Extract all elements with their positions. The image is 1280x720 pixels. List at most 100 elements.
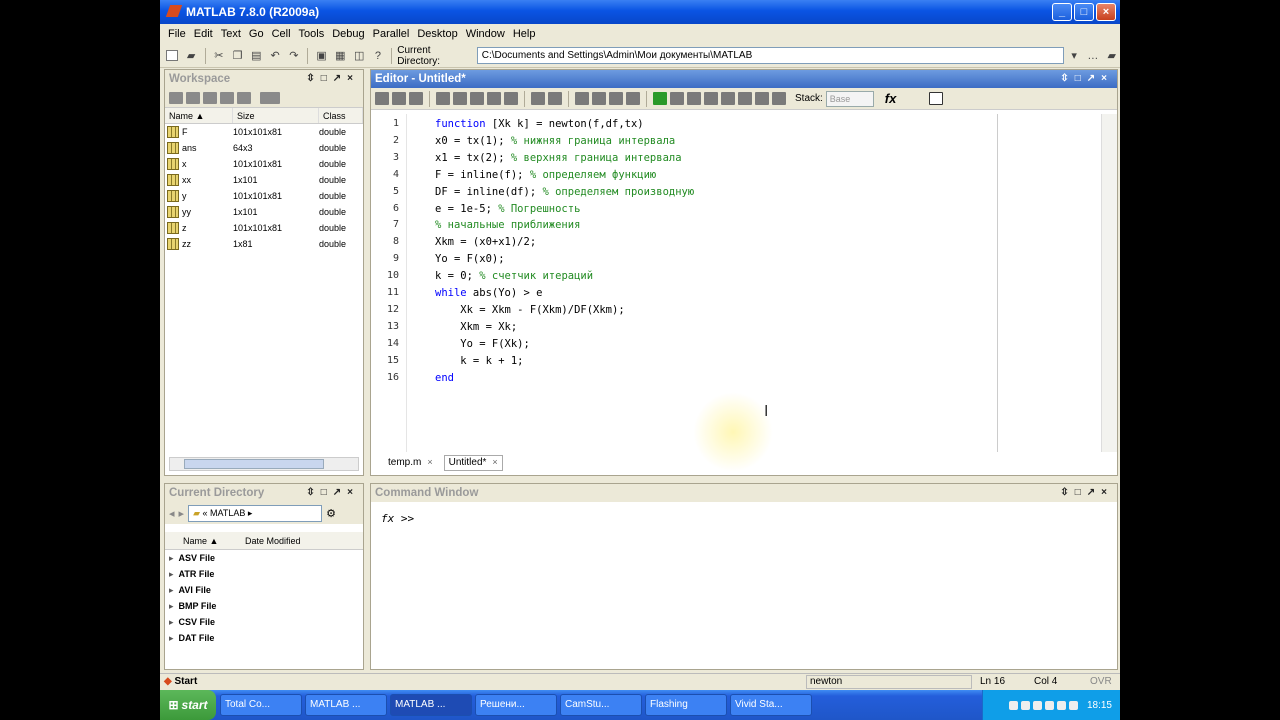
tray-icon[interactable] [1044, 700, 1054, 710]
menu-cell[interactable]: Cell [268, 28, 295, 40]
menu-tools[interactable]: Tools [295, 28, 329, 40]
col-name[interactable]: Name ▲ [165, 532, 225, 549]
expand-icon[interactable]: ▸ [169, 598, 174, 614]
workspace-row[interactable]: F 101x101x81 double [165, 124, 363, 140]
workspace-header[interactable]: Workspace ⇳□↗× [165, 70, 363, 88]
undo-icon[interactable] [487, 92, 501, 105]
menu-window[interactable]: Window [462, 28, 509, 40]
menu-parallel[interactable]: Parallel [369, 28, 414, 40]
directory-item[interactable]: ▸ BMP File [165, 598, 363, 614]
stack-select[interactable]: Base [825, 90, 874, 107]
panel-controls[interactable]: ⇳□↗× [306, 70, 359, 88]
title-bar[interactable]: MATLAB 7.8.0 (R2009a) _ □ × [160, 0, 1120, 24]
expand-icon[interactable]: ▸ [169, 582, 174, 598]
tray-icon[interactable] [1020, 700, 1030, 710]
workspace-row[interactable]: yy 1x101 double [165, 204, 363, 220]
directory-item[interactable]: ▸ ATR File [165, 566, 363, 582]
print-icon[interactable] [531, 92, 545, 105]
col-class[interactable]: Class [319, 108, 363, 123]
tray-icon[interactable] [1032, 700, 1042, 710]
tab-temp[interactable]: temp.m × [383, 455, 438, 471]
taskbar-item[interactable]: Решени... [475, 694, 557, 716]
matlab-start-button[interactable]: ◆ Start [164, 676, 197, 687]
workspace-row[interactable]: zz 1x81 double [165, 236, 363, 252]
guide-icon[interactable]: ▦ [332, 47, 349, 65]
horizontal-scrollbar[interactable] [169, 457, 359, 471]
taskbar-item[interactable]: Vivid Sta... [730, 694, 812, 716]
fx-icon[interactable]: fx [885, 91, 897, 106]
print-icon[interactable] [237, 91, 251, 104]
tab-untitled[interactable]: Untitled* × [443, 455, 503, 471]
open-folder-icon[interactable]: ▰ [183, 47, 200, 65]
panel-controls[interactable]: ⇳□↗× [1060, 484, 1113, 502]
col-size[interactable]: Size [233, 108, 319, 123]
clear-breakpoints-icon[interactable] [687, 92, 701, 105]
panel-controls[interactable]: ⇳□↗× [306, 484, 359, 502]
expand-icon[interactable]: ▸ [169, 550, 174, 566]
workspace-row[interactable]: xx 1x101 double [165, 172, 363, 188]
function-icon[interactable] [626, 92, 640, 105]
cut-icon[interactable] [436, 92, 450, 105]
copy-icon[interactable] [453, 92, 467, 105]
open-icon[interactable] [392, 92, 406, 105]
fx-icon[interactable]: fx [381, 512, 394, 525]
maximize-button[interactable]: □ [1074, 3, 1094, 21]
new-file-icon[interactable] [164, 47, 181, 65]
command-input-area[interactable]: fx >> [371, 502, 1117, 669]
layout-icon[interactable] [929, 92, 944, 105]
current-folder-input[interactable]: C:\Documents and Settings\Admin\Мои доку… [476, 47, 1064, 64]
directory-item[interactable]: ▸ CSV File [165, 614, 363, 630]
editor-header[interactable]: Editor - Untitled* ⇳□↗× [371, 70, 1117, 88]
cut-icon[interactable]: ✂ [210, 47, 227, 65]
col-date-modified[interactable]: Date Modified [225, 532, 335, 549]
parent-folder-icon[interactable]: ▰ [1103, 47, 1120, 65]
start-button[interactable]: ⊞ start [160, 690, 216, 720]
menu-desktop[interactable]: Desktop [413, 28, 461, 40]
panel-controls[interactable]: ⇳□↗× [1060, 70, 1113, 88]
step-in-icon[interactable] [721, 92, 735, 105]
current-directory-header[interactable]: Current Directory ⇳□↗× [165, 484, 363, 502]
forward-arrow-icon[interactable]: ▸ [179, 507, 185, 520]
save-icon[interactable] [409, 92, 423, 105]
step-icon[interactable] [704, 92, 718, 105]
directory-item[interactable]: ▸ ASV File [165, 550, 363, 566]
close-button[interactable]: × [1096, 3, 1116, 21]
undo-icon[interactable]: ↶ [267, 47, 284, 65]
delete-icon[interactable] [260, 91, 280, 104]
paste-icon[interactable]: ▤ [248, 47, 265, 65]
find-icon[interactable] [548, 92, 562, 105]
directory-item[interactable]: ▸ DAT File [165, 630, 363, 646]
code-area[interactable]: 1 2 3 4 5 6 7 8 9 10 11 12 13 14 15 16 function [Xk k] … [371, 114, 1101, 472]
workspace-row[interactable]: x 101x101x81 double [165, 156, 363, 172]
tray-icon[interactable] [1008, 700, 1018, 710]
profiler-icon[interactable]: ◫ [351, 47, 368, 65]
tray-icon[interactable] [1056, 700, 1066, 710]
binoculars-icon[interactable] [575, 92, 589, 105]
taskbar-item[interactable]: Total Co... [220, 694, 302, 716]
col-name[interactable]: Name ▲ [165, 108, 233, 123]
workspace-row[interactable]: y 101x101x81 double [165, 188, 363, 204]
import-data-icon[interactable] [203, 91, 217, 104]
taskbar-item[interactable]: CamStu... [560, 694, 642, 716]
menu-edit[interactable]: Edit [190, 28, 217, 40]
menu-file[interactable]: File [164, 28, 190, 40]
taskbar-item[interactable]: MATLAB ... [305, 694, 387, 716]
menu-debug[interactable]: Debug [328, 28, 368, 40]
breakpoint-icon[interactable] [670, 92, 684, 105]
expand-icon[interactable]: ▸ [169, 630, 174, 646]
menu-go[interactable]: Go [245, 28, 268, 40]
paste-icon[interactable] [470, 92, 484, 105]
command-window-header[interactable]: Command Window ⇳□↗× [371, 484, 1117, 502]
back-icon[interactable] [592, 92, 606, 105]
exit-debug-icon[interactable] [772, 92, 786, 105]
simulink-icon[interactable]: ▣ [313, 47, 330, 65]
menu-help[interactable]: Help [509, 28, 540, 40]
expand-icon[interactable]: ▸ [169, 614, 174, 630]
run-icon[interactable] [653, 92, 667, 105]
workspace-row[interactable]: z 101x101x81 double [165, 220, 363, 236]
clock[interactable]: 18:15 [1087, 700, 1112, 711]
directory-item[interactable]: ▸ AVI File [165, 582, 363, 598]
new-variable-icon[interactable] [169, 91, 183, 104]
redo-icon[interactable]: ↷ [286, 47, 303, 65]
taskbar-item[interactable]: Flashing [645, 694, 727, 716]
